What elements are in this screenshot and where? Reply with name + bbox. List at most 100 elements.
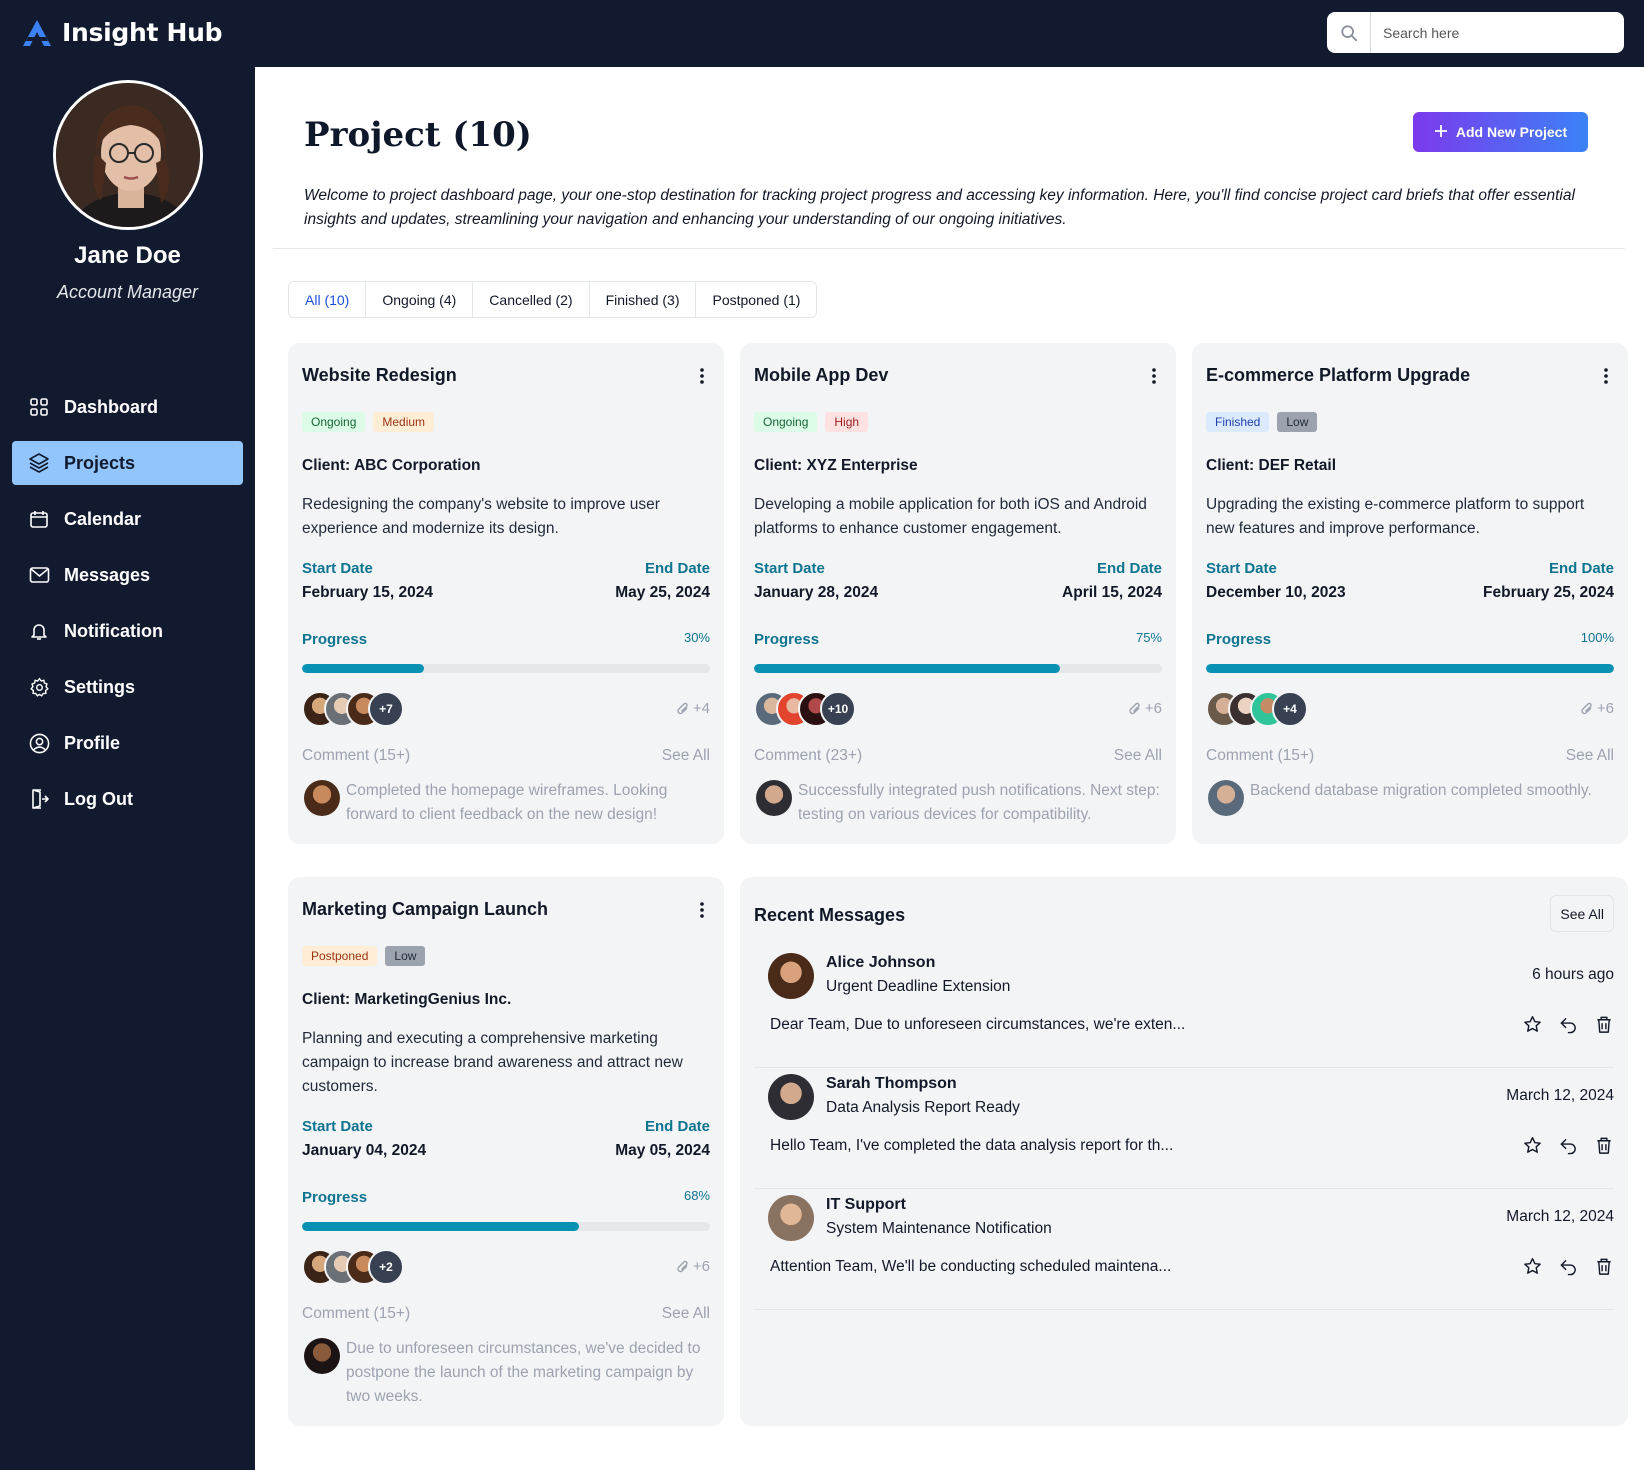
project-description: Upgrading the existing e-commerce platfo… <box>1206 496 1585 537</box>
tab-postponed[interactable]: Postponed (1) <box>696 282 817 317</box>
page-title: Project (10) <box>304 115 532 155</box>
see-all-comments-link[interactable]: See All <box>1114 747 1162 765</box>
see-all-comments-link[interactable]: See All <box>662 1305 710 1323</box>
paperclip-icon <box>1129 702 1140 714</box>
mail-icon <box>28 564 50 586</box>
tab-ongoing[interactable]: Ongoing (4) <box>366 282 474 317</box>
add-button-label: Add New Project <box>1455 124 1568 140</box>
star-icon[interactable] <box>1522 1256 1542 1276</box>
star-icon[interactable] <box>1522 1135 1542 1155</box>
project-title: Mobile App Dev <box>754 365 889 385</box>
member-avatars[interactable]: +4 <box>1206 691 1308 727</box>
sidebar-item-dashboard[interactable]: Dashboard <box>12 385 243 429</box>
trash-icon[interactable] <box>1594 1256 1614 1276</box>
sidebar-item-profile[interactable]: Profile <box>12 721 243 765</box>
commenter-avatar <box>304 780 340 816</box>
gear-icon <box>28 676 50 698</box>
end-date-label: End Date <box>644 560 710 577</box>
more-vertical-icon[interactable] <box>698 901 706 919</box>
message-item[interactable]: Alice Johnson Urgent Deadline Extension … <box>754 947 1614 1068</box>
avatar <box>768 953 814 999</box>
message-time: 6 hours ago <box>1532 966 1614 983</box>
sidebar-item-settings[interactable]: Settings <box>12 665 243 709</box>
tab-finished[interactable]: Finished (3) <box>589 282 697 317</box>
end-date: February 25, 2024 <box>1483 584 1614 601</box>
message-sender: IT Support <box>826 1196 906 1213</box>
logo-icon <box>23 19 51 46</box>
bell-icon <box>28 620 50 642</box>
plus-icon <box>1434 124 1448 141</box>
attachments[interactable]: +4 <box>676 700 710 717</box>
start-date: February 15, 2024 <box>302 584 433 601</box>
client-name: Client: ABC Corporation <box>302 457 481 474</box>
start-date: January 04, 2024 <box>302 1142 427 1159</box>
sidebar-item-logout[interactable]: Log Out <box>12 777 243 821</box>
reply-icon[interactable] <box>1558 1256 1578 1276</box>
comment-count: Comment (15+) <box>302 1305 411 1322</box>
tab-all[interactable]: All (10) <box>289 282 367 317</box>
tab-cancelled[interactable]: Cancelled (2) <box>473 282 590 317</box>
reply-icon[interactable] <box>1558 1135 1578 1155</box>
star-icon[interactable] <box>1522 1014 1542 1034</box>
attachments[interactable]: +6 <box>1128 700 1162 717</box>
attachments[interactable]: +6 <box>1580 700 1614 717</box>
sidebar-item-notification[interactable]: Notification <box>12 609 243 653</box>
attachments[interactable]: +6 <box>676 1258 710 1275</box>
priority-badge: High <box>825 412 869 432</box>
avatar <box>768 1074 814 1120</box>
sidebar-item-messages[interactable]: Messages <box>12 553 243 597</box>
reply-icon[interactable] <box>1558 1014 1578 1034</box>
message-preview: Dear Team, Due to unforeseen circumstanc… <box>770 1016 1186 1033</box>
member-avatars[interactable]: +2 <box>302 1249 404 1285</box>
more-vertical-icon[interactable] <box>1150 367 1158 385</box>
latest-comment: Due to unforeseen circumstances, we've d… <box>346 1340 701 1405</box>
sidebar-nav: Dashboard Projects Calendar Messages Not… <box>12 385 243 833</box>
attachment-count: +6 <box>1144 700 1162 717</box>
end-date-label: End Date <box>1096 560 1162 577</box>
search-input[interactable] <box>1383 24 1613 41</box>
paperclip-icon <box>677 702 688 714</box>
progress-fill <box>754 664 1060 673</box>
project-card[interactable]: E-commerce Platform Upgrade Finished Low… <box>1192 343 1628 844</box>
message-item[interactable]: Sarah Thompson Data Analysis Report Read… <box>754 1068 1614 1189</box>
sidebar-item-projects[interactable]: Projects <box>12 441 243 485</box>
progress-label: Progress <box>1206 631 1272 648</box>
search-icon[interactable] <box>1327 12 1371 53</box>
status-badge: Ongoing <box>302 412 366 432</box>
trash-icon[interactable] <box>1594 1014 1614 1034</box>
progress-label: Progress <box>754 631 820 648</box>
see-all-comments-link[interactable]: See All <box>662 747 710 765</box>
trash-icon[interactable] <box>1594 1135 1614 1155</box>
message-sender: Alice Johnson <box>826 954 936 971</box>
progress-fill <box>302 664 425 673</box>
project-card[interactable]: Website Redesign Ongoing Medium Client: … <box>288 343 724 844</box>
paperclip-icon <box>1581 702 1592 714</box>
more-vertical-icon[interactable] <box>1602 367 1610 385</box>
progress-value: 75% <box>1135 630 1162 645</box>
more-vertical-icon[interactable] <box>698 367 706 385</box>
attachment-count: +6 <box>692 1258 710 1275</box>
start-date-label: Start Date <box>754 560 825 577</box>
logo[interactable]: Insight Hub <box>22 18 223 47</box>
sidebar-item-calendar[interactable]: Calendar <box>12 497 243 541</box>
comment-count: Comment (15+) <box>1206 747 1315 764</box>
see-all-messages-button[interactable]: See All <box>1550 895 1614 932</box>
message-preview: Hello Team, I've completed the data anal… <box>770 1137 1174 1154</box>
project-card[interactable]: Marketing Campaign Launch Postponed Low … <box>288 877 724 1426</box>
more-members-count: +4 <box>1272 691 1308 727</box>
add-new-project-button[interactable]: Add New Project <box>1413 112 1588 152</box>
message-item[interactable]: IT Support System Maintenance Notificati… <box>754 1189 1614 1310</box>
member-avatars[interactable]: +7 <box>302 691 404 727</box>
member-avatars[interactable]: +10 <box>754 691 856 727</box>
message-subject: System Maintenance Notification <box>826 1220 1052 1237</box>
start-date-label: Start Date <box>1206 560 1277 577</box>
progress-value: 30% <box>683 630 710 645</box>
see-all-comments-link[interactable]: See All <box>1566 747 1614 765</box>
commenter-avatar <box>1208 780 1244 816</box>
user-avatar[interactable] <box>53 80 203 230</box>
client-name: Client: XYZ Enterprise <box>754 457 918 474</box>
project-card[interactable]: Mobile App Dev Ongoing High Client: XYZ … <box>740 343 1176 844</box>
recent-messages-panel: Recent Messages See All Alice Johnson Ur… <box>740 877 1628 1426</box>
end-date-label: End Date <box>1548 560 1614 577</box>
client-name: Client: MarketingGenius Inc. <box>302 991 512 1008</box>
